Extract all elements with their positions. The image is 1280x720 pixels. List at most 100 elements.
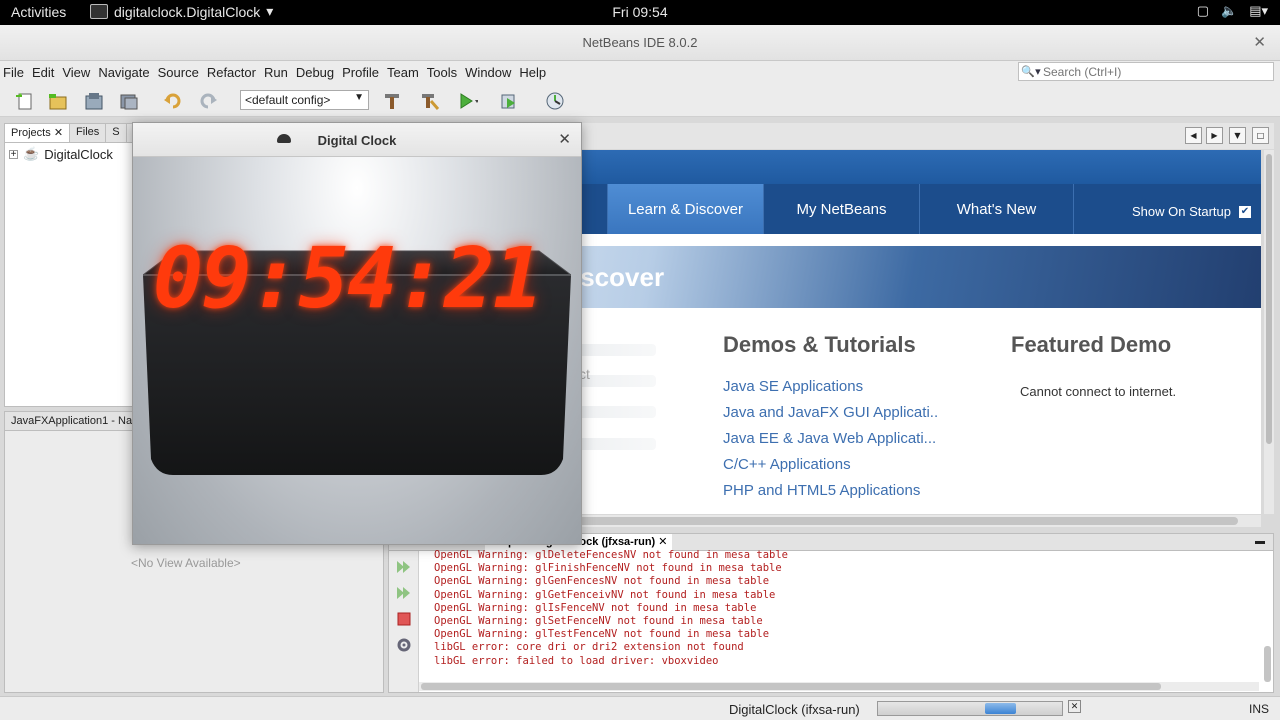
tab-projects[interactable]: Projects ✕ [5, 124, 71, 142]
tab-services[interactable]: S [106, 124, 127, 142]
menu-view[interactable]: View [61, 65, 91, 80]
no-connection-message: Cannot connect to internet. [1020, 384, 1177, 399]
output-vertical-scrollbar[interactable] [1264, 646, 1271, 682]
profile-project-button[interactable] [544, 91, 566, 111]
project-node-label: DigitalClock [44, 146, 113, 162]
rerun-button[interactable] [396, 559, 412, 575]
arrow-right-icon: ▶ [1211, 131, 1218, 140]
menu-debug[interactable]: Debug [295, 65, 335, 80]
progress-fill [985, 703, 1016, 714]
tab-my-netbeans[interactable]: My NetBeans [763, 184, 919, 234]
menu-run[interactable]: Run [263, 65, 289, 80]
chevron-down-icon: ▼ [354, 92, 364, 103]
scrollbar-thumb[interactable] [1266, 154, 1272, 444]
log-line: OpenGL Warning: glTestFenceNV not found … [434, 628, 770, 641]
menu-source[interactable]: Source [157, 65, 200, 80]
java-project-icon: ☕ [23, 146, 40, 161]
tab-learn-discover[interactable]: Learn & Discover [607, 184, 763, 234]
tab-whats-new[interactable]: What's New [919, 184, 1073, 234]
scroll-tabs-right-button[interactable]: ▶ [1206, 127, 1223, 144]
menu-tools[interactable]: Tools [426, 65, 458, 80]
undo-button[interactable] [162, 91, 184, 111]
settings-button[interactable] [396, 637, 412, 653]
no-view-message: <No View Available> [131, 556, 241, 570]
activities-button[interactable]: Activities [11, 4, 66, 20]
clean-build-button[interactable] [418, 91, 440, 111]
quick-search[interactable]: 🔍▾ [1018, 62, 1274, 81]
menu-help[interactable]: Help [518, 65, 547, 80]
app-menu-label: digitalclock.DigitalClock [114, 3, 261, 20]
project-node-digitalclock[interactable]: + ☕ DigitalClock [9, 146, 113, 162]
rerun-different-params-button[interactable] [396, 585, 412, 601]
clipboard-icon[interactable]: ▤▾ [1249, 3, 1268, 19]
insert-mode-indicator: INS [1249, 702, 1270, 716]
tab-files[interactable]: Files [70, 124, 107, 142]
show-on-startup-label: Show On Startup [1132, 204, 1231, 219]
new-file-icon [16, 93, 32, 110]
checkbox-checked-icon[interactable]: ✔ [1239, 205, 1251, 218]
log-line: OpenGL Warning: glDeleteFencesNV not fou… [434, 549, 789, 561]
clock-time-display: 09:54:21 [152, 229, 544, 327]
show-on-startup-toggle[interactable]: Show On Startup ✔ [1132, 204, 1251, 219]
menu-edit[interactable]: Edit [31, 65, 55, 80]
link-php-html5-applications[interactable]: PHP and HTML5 Applications [723, 482, 920, 499]
window-close-icon[interactable]: ✕ [1253, 33, 1266, 51]
debug-project-button[interactable] [499, 91, 521, 111]
stop-icon [397, 612, 411, 626]
show-tabs-list-button[interactable]: ▼ [1229, 127, 1246, 144]
build-button[interactable] [381, 91, 403, 111]
redo-button[interactable] [197, 91, 219, 111]
minimize-icon[interactable]: ▬ [1255, 536, 1265, 547]
window-switch-icon[interactable]: ▢ [1197, 3, 1209, 19]
menu-window[interactable]: Window [464, 65, 512, 80]
cancel-task-icon[interactable]: ✕ [1068, 700, 1081, 713]
running-task-label[interactable]: DigitalClock (ifxsa-run) [729, 702, 860, 717]
digital-clock-window[interactable]: Digital Clock ✕ 09:54:21 [132, 122, 582, 545]
close-icon[interactable]: ✕ [658, 536, 667, 548]
log-line: OpenGL Warning: glFinishFenceNV not foun… [434, 562, 782, 575]
link-java-ee-web-applications[interactable]: Java EE & Java Web Applicati... [723, 430, 936, 447]
config-select-value: <default config> [245, 93, 331, 107]
banner-title: iscover [573, 262, 665, 292]
link-java-se-applications[interactable]: Java SE Applications [723, 378, 863, 395]
close-icon[interactable]: ✕ [558, 130, 571, 148]
app-menu[interactable]: digitalclock.DigitalClock ▾ [90, 3, 273, 20]
arrow-left-icon: ◀ [1190, 131, 1197, 140]
menu-profile[interactable]: Profile [341, 65, 380, 80]
menu-refactor[interactable]: Refactor [206, 65, 257, 80]
maximize-icon: □ [1256, 131, 1265, 140]
search-input[interactable] [1043, 64, 1263, 79]
link-cpp-applications[interactable]: C/C++ Applications [723, 456, 851, 473]
config-select[interactable]: <default config> ▼ [240, 90, 369, 110]
gear-icon [397, 638, 411, 652]
scroll-tabs-left-button[interactable]: ◀ [1185, 127, 1202, 144]
open-project-icon [85, 93, 103, 110]
stop-button[interactable] [396, 611, 412, 627]
new-project-icon [49, 94, 67, 110]
expand-icon[interactable]: + [9, 149, 18, 159]
menu-file[interactable]: File [2, 65, 25, 80]
clock-window-title: Digital Clock [317, 133, 397, 148]
menu-team[interactable]: Team [386, 65, 420, 80]
output-horizontal-scrollbar[interactable] [419, 682, 1259, 691]
new-file-button[interactable] [14, 91, 36, 111]
menu-navigate[interactable]: Navigate [97, 65, 150, 80]
clock-window-titlebar[interactable]: Digital Clock ✕ [133, 123, 581, 157]
profile-icon [546, 92, 564, 110]
scrollbar-thumb[interactable] [421, 683, 1161, 690]
start-page-vertical-scrollbar[interactable] [1264, 150, 1274, 514]
open-project-button[interactable] [83, 91, 105, 111]
save-all-button[interactable] [118, 91, 140, 111]
featured-demo-heading: Featured Demo [1011, 332, 1172, 357]
link-javafx-gui-applications[interactable]: Java and JavaFX GUI Applicati.. [723, 404, 938, 421]
log-line: libGL error: core dri or dri2 extension … [434, 641, 744, 654]
volume-icon[interactable]: 🔈 [1221, 3, 1237, 19]
placeholder-bar [573, 406, 656, 418]
run-project-button[interactable] [456, 91, 479, 111]
output-action-gutter [389, 551, 419, 692]
chevron-down-icon: ▼ [1234, 131, 1241, 140]
system-tray[interactable]: ▢ 🔈 ▤▾ [1197, 3, 1268, 19]
new-project-button[interactable] [47, 91, 69, 111]
maximize-editor-button[interactable]: □ [1252, 127, 1269, 144]
close-icon[interactable]: ✕ [54, 127, 63, 139]
